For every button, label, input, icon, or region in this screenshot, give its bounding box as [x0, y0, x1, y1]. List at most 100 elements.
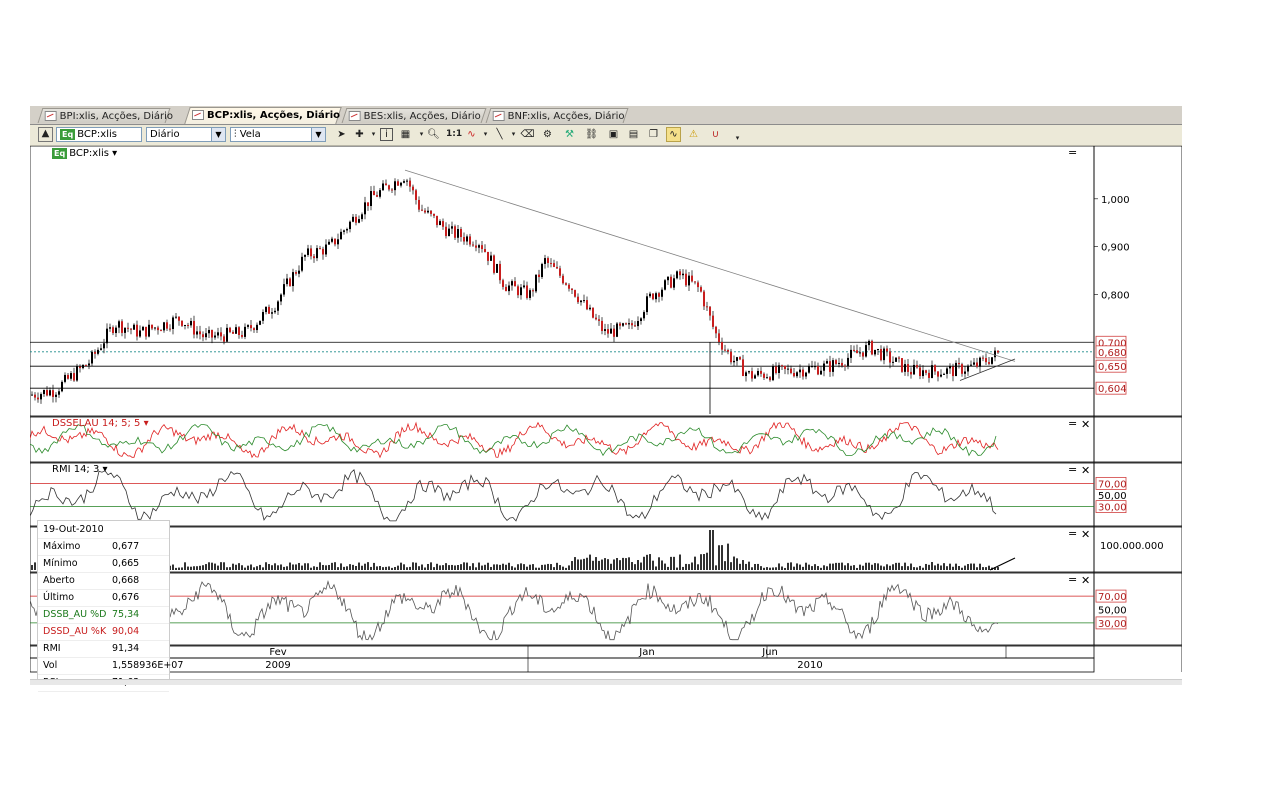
legend-value: 75,34 — [112, 609, 140, 620]
price-pane-title[interactable]: Eq BCP:xlis ▾ — [52, 148, 117, 159]
tool-icon[interactable]: ⚒ — [562, 127, 577, 142]
one-to-one-icon[interactable]: 1:1 — [446, 127, 462, 142]
candle-body — [658, 293, 660, 297]
pane-close-icon: ✕ — [1081, 418, 1090, 431]
legend-key: Último — [43, 592, 75, 603]
legend-date: 19-Out-2010 — [43, 524, 104, 535]
volume-bar — [574, 557, 576, 570]
candle-body — [43, 389, 45, 395]
alert-icon[interactable]: ⚠ — [686, 127, 701, 142]
volume-bar — [181, 567, 183, 570]
volume-bar — [856, 567, 858, 570]
chevron-down-icon[interactable]: ▾ — [478, 127, 493, 142]
chart-area[interactable]: = = ✕ = ✕ = ✕ = ✕ Fev Jan Jun 2009 2010 1,000 0,900 0,80… — [29, 145, 1183, 692]
candle-body — [31, 394, 33, 396]
volume-bar — [997, 567, 999, 570]
volume-bar — [781, 566, 783, 570]
volume-bar — [631, 562, 633, 570]
volume-bar — [733, 556, 735, 570]
tab-bnf[interactable]: BNF:xlis, Acções, Diário — [485, 108, 629, 123]
magnet-icon[interactable]: ∪ — [708, 127, 723, 142]
line-tool-icon[interactable]: ╲ — [492, 127, 507, 142]
volume-bar — [703, 554, 705, 570]
collapse-button[interactable]: ▲ — [38, 127, 53, 142]
candle-body — [787, 368, 789, 370]
candle-body — [79, 366, 81, 369]
copy-icon[interactable]: ❐ — [646, 127, 661, 142]
volume-bar — [247, 565, 249, 570]
overflow-icon[interactable]: ▾ — [730, 131, 745, 146]
candle-body — [355, 216, 357, 223]
period-select[interactable]: Diário ▼ — [146, 127, 226, 142]
wave-icon[interactable]: ∿ — [666, 127, 681, 142]
candle-body — [718, 333, 720, 343]
volume-bar — [190, 566, 192, 570]
volume-bar — [829, 563, 831, 570]
chevron-down-icon[interactable]: ▾ — [366, 127, 381, 142]
volume-bar — [619, 560, 621, 570]
volume-bar — [385, 566, 387, 570]
candle-body — [604, 329, 606, 331]
candle-body — [994, 350, 996, 358]
volume-bar — [832, 563, 834, 570]
candle-body — [607, 329, 609, 334]
candle-body — [40, 394, 42, 400]
candle-body — [622, 323, 624, 326]
candle-body — [121, 321, 123, 333]
candle-body — [991, 357, 993, 364]
volume-bar — [319, 562, 321, 570]
info-icon[interactable]: i — [380, 128, 393, 141]
volume-bar — [694, 556, 696, 570]
candle-body — [313, 256, 315, 259]
legend-date-row: 19-Out-2010 — [38, 521, 169, 539]
window-icon[interactable]: ▣ — [606, 127, 621, 142]
candle-body — [100, 348, 102, 350]
candle-body — [370, 191, 372, 206]
volume-bar — [766, 567, 768, 570]
pointer-icon[interactable]: ➤ — [334, 127, 349, 142]
volume-bar — [406, 567, 408, 570]
volume-bar — [880, 565, 882, 570]
settings-icon[interactable]: ⚙ — [540, 127, 555, 142]
chevron-down-icon[interactable]: ▾ — [506, 127, 521, 142]
symbol-field[interactable]: Eq BCP:xlis — [56, 127, 142, 142]
candle-body — [595, 317, 597, 320]
volume-bar — [265, 562, 267, 570]
candle-body — [73, 373, 75, 381]
candle-body — [328, 241, 330, 245]
tab-bes[interactable]: BES:xlis, Acções, Diário — [341, 108, 487, 123]
eraser-icon[interactable]: ⌫ — [520, 127, 535, 142]
candle-body — [688, 275, 690, 286]
volume-bar — [907, 566, 909, 570]
pane-menu-icon: = — [1068, 417, 1077, 430]
data-legend: 19-Out-2010 Máximo 0,677 Mínimo 0,665 Aberto… — [37, 520, 183, 692]
chevron-down-icon[interactable]: ▼ — [211, 128, 225, 141]
chart-svg[interactable]: = = ✕ = ✕ = ✕ = ✕ Fev Jan Jun 2009 2010 1,000 0,900 0,80… — [29, 145, 1183, 684]
link-icon[interactable]: ⛓ — [584, 127, 599, 142]
zoom-icon[interactable]: 🔍︎ — [426, 127, 441, 142]
crosshair-icon[interactable]: ✚ — [352, 127, 367, 142]
candle-body — [409, 180, 411, 187]
candle-body — [676, 271, 678, 279]
chevron-down-icon[interactable]: ▼ — [311, 128, 325, 141]
volume-bar — [454, 565, 456, 570]
grid-icon[interactable]: ▦ — [398, 127, 413, 142]
chart-style-select[interactable]: ⫶ Vela ▼ — [230, 127, 326, 142]
volume-bar — [847, 563, 849, 570]
volume-bar — [256, 566, 258, 570]
layout-icon[interactable]: ▤ — [626, 127, 641, 142]
symbol-value: BCP:xlis — [77, 129, 117, 140]
rmi-pane-title[interactable]: RMI 14; 3 ▾ — [52, 464, 108, 475]
candle-body — [250, 325, 252, 329]
candle-body — [739, 357, 741, 360]
dss-pane-title[interactable]: DSSELAU 14; 5; 5 ▾ — [52, 418, 149, 429]
candle-body — [940, 374, 942, 377]
volume-bar — [844, 565, 846, 570]
candle-body — [724, 349, 726, 351]
indicator-icon[interactable]: ∿ — [464, 127, 479, 142]
volume-bar — [178, 567, 180, 570]
tab-bpi[interactable]: BPI:xlis, Acções, Diário — [37, 108, 173, 123]
candle-body — [661, 289, 663, 297]
volume-bar — [790, 562, 792, 570]
tab-bcp[interactable]: BCP:xlis, Acções, Diário✕ — [184, 107, 354, 124]
